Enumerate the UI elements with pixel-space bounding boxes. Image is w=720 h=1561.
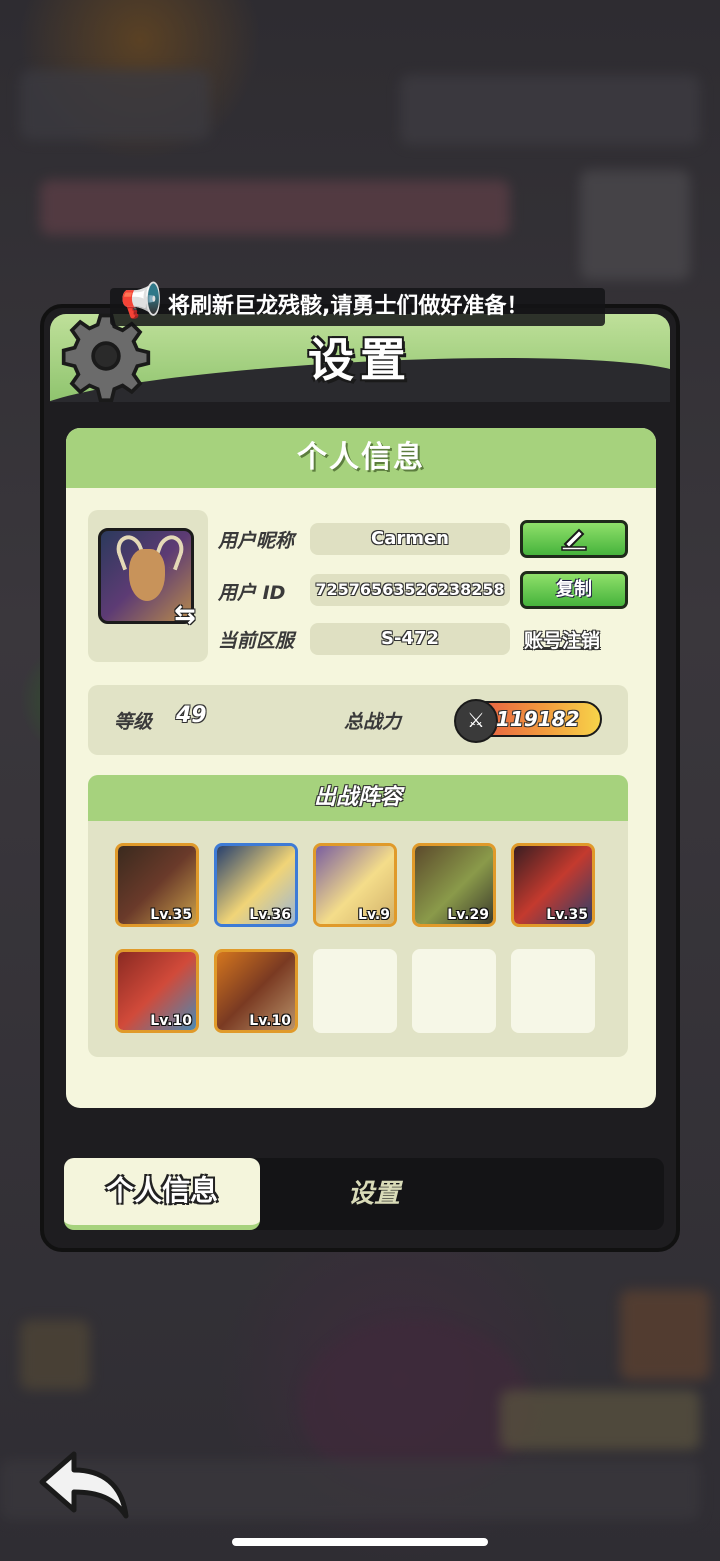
cancel-account-link[interactable]: 账号注销 [524,626,600,653]
empty-hero-slot[interactable] [313,949,397,1033]
level-label: 等级 [114,711,153,733]
level-value: 49 [176,703,207,728]
hero-level: Lv.9 [358,907,390,923]
announcement-ticker: 📢 将刷新巨龙残骸,请勇士们做好准备！ [110,282,605,326]
power-value: 119182 [496,707,580,731]
crossed-swords-icon: ⚔ [454,699,498,743]
hero-card[interactable]: Lv.36 [214,843,298,927]
hero-card[interactable]: Lv.29 [412,843,496,927]
hero-level: Lv.10 [150,1013,192,1029]
power-label: 总战力 [344,711,402,733]
tab-personal-info[interactable]: 个人信息 [64,1158,260,1230]
server-label: 当前区服 [218,630,295,652]
megaphone-icon: 📢 [120,281,163,321]
hero-card[interactable]: Lv.35 [511,843,595,927]
user-id-label: 用户 ID [218,582,286,604]
hero-level: Lv.35 [150,907,192,923]
tab-settings[interactable]: 设置 [294,1158,454,1230]
user-id-field: 72576563526238258 [310,574,510,606]
battle-lineup: 出战阵容 Lv.35 Lv.36 Lv.9 Lv.29 Lv.35 Lv.10 … [88,775,628,1057]
copy-button[interactable]: 复制 [520,571,628,609]
swap-arrows-icon[interactable]: ⇆ [174,600,196,630]
avatar-container[interactable]: ⇆ [88,510,208,662]
lineup-title: 出战阵容 [88,775,628,821]
empty-hero-slot[interactable] [511,949,595,1033]
empty-hero-slot[interactable] [412,949,496,1033]
bottom-tab-bar: 个人信息 设置 [64,1158,664,1230]
hero-card[interactable]: Lv.10 [115,949,199,1033]
pencil-icon [561,528,587,551]
hero-level: Lv.10 [249,1013,291,1029]
ticker-text: 将刷新巨龙残骸,请勇士们做好准备！ [168,294,529,319]
stats-bar: 等级 49 总战力 ⚔ 119182 [88,685,628,755]
hero-card[interactable]: Lv.10 [214,949,298,1033]
nickname-field: Carmen [310,523,510,555]
hero-level: Lv.35 [546,907,588,923]
personal-info-card: 个人信息 ⇆ 用户昵称 Carmen 用户 ID 725765635262382… [66,428,656,1108]
home-indicator[interactable] [232,1538,488,1546]
hero-level: Lv.36 [249,907,291,923]
edit-nickname-button[interactable] [520,520,628,558]
hero-card[interactable]: Lv.9 [313,843,397,927]
back-arrow-icon[interactable] [36,1448,136,1528]
nickname-label: 用户昵称 [218,530,295,552]
personal-info-header: 个人信息 [66,428,656,488]
power-badge: ⚔ 119182 [454,699,602,743]
hero-level: Lv.29 [447,907,489,923]
server-field: S-472 [310,623,510,655]
hero-card[interactable]: Lv.35 [115,843,199,927]
settings-panel: 设置 个人信息 ⇆ 用户昵称 Carmen 用户 ID 725765635262 [40,304,680,1252]
